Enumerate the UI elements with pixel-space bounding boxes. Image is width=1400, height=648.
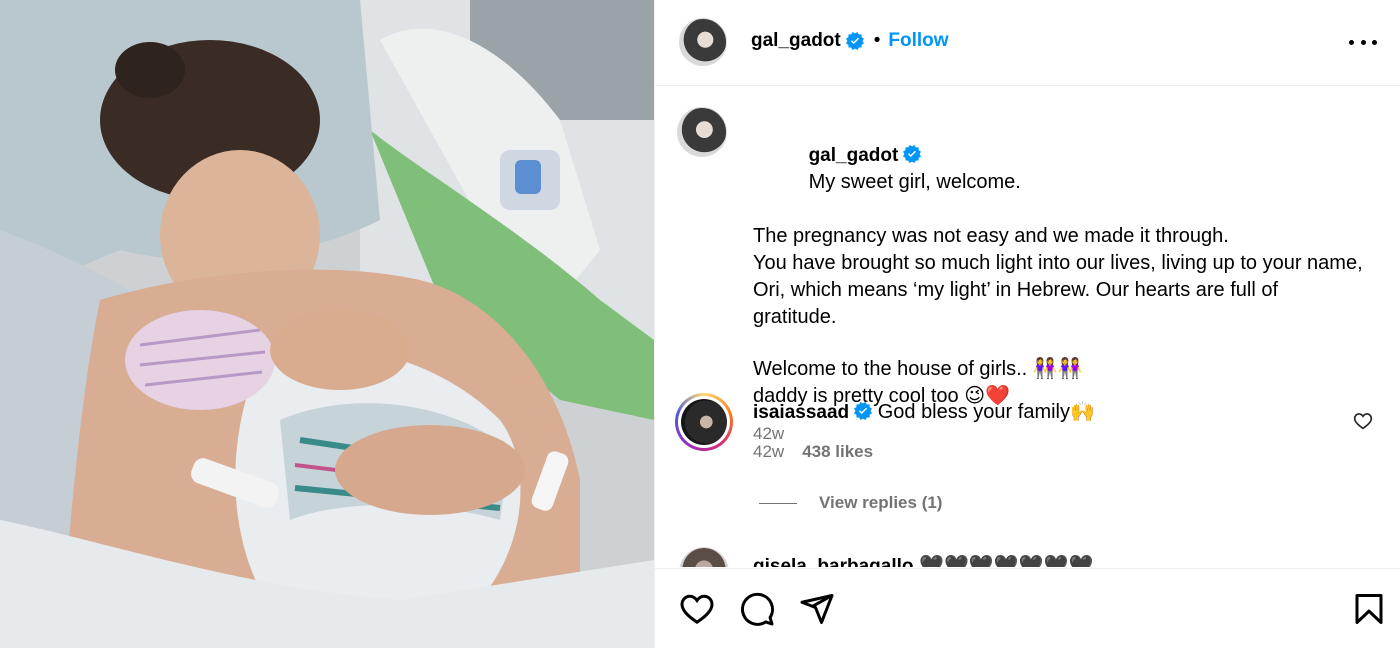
more-options-icon[interactable] — [1349, 30, 1377, 54]
caption-line-5: Welcome to the house of girls.. 👭👭 — [753, 358, 1083, 380]
follow-button[interactable]: Follow — [888, 30, 948, 52]
replies-divider — [759, 502, 797, 504]
post-photo[interactable] — [0, 0, 654, 648]
comment-like-heart-icon[interactable] — [1353, 565, 1373, 567]
caption-line-1: My sweet girl, welcome. — [808, 171, 1021, 193]
author-username[interactable]: gal_gadot — [751, 30, 841, 52]
comment-meta: 42w 438 likes — [753, 438, 1313, 465]
verified-badge-icon — [903, 145, 922, 163]
separator-dot: • — [873, 30, 881, 51]
action-bar — [655, 568, 1400, 648]
comment-like-heart-icon[interactable] — [1353, 411, 1373, 431]
comment-icon[interactable] — [739, 591, 775, 627]
author-info: gal_gadot • Follow — [751, 30, 949, 52]
comment-username[interactable]: gisela_barbagallo — [753, 556, 914, 567]
verified-badge-icon — [854, 402, 873, 420]
caption-line-4 — [753, 331, 1363, 356]
caption-body: gal_gadot My sweet girl, welcome. The pr… — [753, 115, 1363, 447]
comment-likes[interactable]: 438 likes — [802, 438, 873, 465]
caption-username[interactable]: gal_gadot — [809, 145, 899, 166]
caption-line-2: The pregnancy was not easy and we made i… — [753, 225, 1229, 247]
comments-section[interactable]: gal_gadot My sweet girl, welcome. The pr… — [655, 87, 1400, 567]
heart-icon[interactable] — [679, 591, 715, 627]
author-avatar[interactable] — [679, 18, 727, 66]
caption-line-3: You have brought so much light into our … — [753, 252, 1369, 328]
post-header: gal_gadot • Follow — [655, 0, 1400, 86]
comment-text: 🖤🖤🖤🖤🖤🖤🖤 — [919, 555, 1094, 567]
share-icon[interactable] — [799, 591, 835, 627]
comment-text: God bless your family🙌 — [877, 401, 1095, 423]
comment-timestamp[interactable]: 42w — [753, 438, 784, 465]
bookmark-icon[interactable] — [1351, 591, 1387, 627]
view-replies-label: View replies (1) — [819, 493, 943, 512]
commenter-avatar[interactable] — [679, 547, 729, 567]
post-details-panel: gal_gadot • Follow gal_gadot My sweet gi… — [654, 0, 1400, 648]
verified-badge-icon — [845, 32, 864, 50]
view-replies-button[interactable]: View replies (1) — [759, 493, 942, 513]
commenter-avatar[interactable] — [675, 393, 733, 451]
photo-illustration — [0, 0, 654, 648]
comment-username[interactable]: isaiassaad — [753, 402, 849, 423]
comment-body: isaiassaad God bless your family🙌 42w 43… — [753, 399, 1313, 465]
comment-body: gisela_barbagallo 🖤🖤🖤🖤🖤🖤🖤 — [753, 553, 1313, 567]
caption-author-avatar[interactable] — [677, 107, 727, 157]
